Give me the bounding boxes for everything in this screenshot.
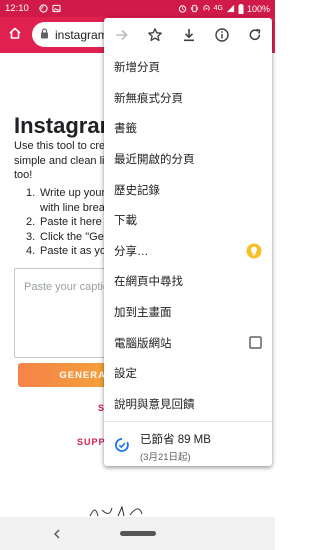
status-bar: 12:10 4G 100% [0, 0, 275, 17]
signal-icon [226, 4, 235, 13]
battery-icon [238, 3, 244, 14]
menu-item-recent-tabs[interactable]: 最近開啟的分頁 [104, 144, 272, 175]
data-saver-amount: 已節省 89 MB [140, 434, 211, 447]
menu-item-label: 說明與意見回饋 [114, 398, 195, 411]
battery-percent: 100% [246, 3, 270, 14]
menu-item-desktop-site[interactable]: 電腦版網站 [104, 327, 272, 358]
lock-icon [40, 26, 49, 44]
data-saver-icon [114, 437, 130, 458]
list-item: with line break [40, 201, 111, 214]
menu-item-label: 新增分頁 [114, 62, 160, 75]
forward-icon[interactable] [113, 26, 131, 44]
menu-item-label: 加到主畫面 [114, 307, 172, 320]
hotspot-icon [202, 4, 211, 13]
url-text: instagram [55, 27, 108, 42]
info-icon[interactable] [213, 26, 231, 44]
list-item: 1. Write up your c [26, 187, 114, 199]
generate-button[interactable]: GENERA [18, 363, 110, 387]
menu-item-settings[interactable]: 設定 [104, 358, 272, 389]
list-item: 3. Click the "Gen [26, 230, 110, 243]
menu-item-label: 歷史記錄 [114, 184, 160, 197]
refresh-icon[interactable] [246, 26, 264, 44]
menu-item-new-tab[interactable]: 新增分頁 [104, 52, 272, 83]
menu-item-downloads[interactable]: 下載 [104, 205, 272, 236]
vibrate-icon [190, 4, 199, 13]
menu-item-label: 電腦版網站 [114, 337, 172, 350]
list-item: 4. Paste it as you [26, 245, 113, 257]
bookmark-star-icon[interactable] [146, 26, 164, 44]
instructions-list: 1. Write up your c with line break 2. Past… [26, 186, 114, 259]
menu-item-label: 下載 [114, 215, 137, 228]
menu-item-label: 最近開啟的分頁 [114, 154, 195, 167]
data-saver-since: (3月21日起) [140, 452, 191, 464]
status-time: 12:10 [5, 3, 29, 14]
home-button[interactable] [0, 17, 30, 53]
menu-item-label: 新無痕式分頁 [114, 92, 183, 105]
menu-item-label: 在網頁中尋找 [114, 276, 183, 289]
overflow-menu: 新增分頁 新無痕式分頁 書籤 最近開啟的分頁 歷史記錄 下載 分享… 在網頁中尋… [104, 18, 272, 466]
menu-item-share[interactable]: 分享… [104, 236, 272, 267]
intro-text: Use this tool to crea simple and clean l… [14, 140, 112, 181]
desktop-site-checkbox[interactable] [249, 336, 262, 349]
menu-item-label: 書籤 [114, 123, 137, 136]
home-pill[interactable] [120, 531, 156, 536]
menu-item-history[interactable]: 歷史記錄 [104, 174, 272, 205]
wifi-calling-icon [39, 4, 48, 13]
menu-item-help-feedback[interactable]: 說明與意見回饋 [104, 389, 272, 420]
alarm-icon [178, 4, 187, 13]
menu-action-row [104, 18, 272, 52]
signature-scribble [88, 505, 158, 517]
menu-item-add-to-home[interactable]: 加到主畫面 [104, 297, 272, 328]
download-icon[interactable] [180, 26, 198, 44]
photo-icon [52, 4, 61, 13]
menu-item-new-incognito-tab[interactable]: 新無痕式分頁 [104, 83, 272, 114]
menu-item-label: 分享… [114, 245, 149, 258]
list-item: 2. Paste it here [26, 216, 102, 228]
lightbulb-icon [246, 243, 262, 259]
navigation-bar [0, 517, 275, 550]
back-icon[interactable] [52, 527, 62, 545]
home-icon [8, 26, 22, 45]
network-type: 4G [213, 5, 223, 12]
menu-divider [104, 421, 272, 423]
caption-placeholder: Paste your captio [24, 281, 109, 293]
menu-item-bookmarks[interactable]: 書籤 [104, 113, 272, 144]
menu-item-label: 設定 [114, 368, 137, 381]
data-saver-summary[interactable]: 已節省 89 MB (3月21日起) [104, 424, 272, 470]
menu-item-find-in-page[interactable]: 在網頁中尋找 [104, 266, 272, 297]
